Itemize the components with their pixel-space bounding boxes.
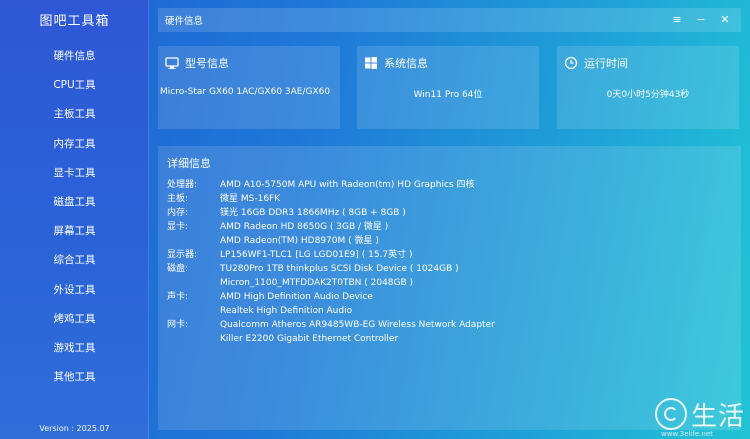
detail-label: 网卡: <box>167 320 189 330</box>
detail-row-disk: 磁盘: TU280Pro 1TB thinkplus SCSI Disk Dev… <box>167 262 727 276</box>
detail-label: 内存: <box>167 208 189 218</box>
detail-value: AMD A10-5750M APU with Radeon(tm) HD Gra… <box>220 180 475 190</box>
detail-value: Micron_1100_MTFDDAK2T0TBN ( 2048GB ) <box>220 278 414 288</box>
menu-button[interactable]: ≡ <box>666 8 688 32</box>
sidebar-item-other-tools[interactable]: 其他工具 <box>0 363 149 392</box>
sidebar-item-gpu-tools[interactable]: 显卡工具 <box>0 159 149 188</box>
version-label: Version : 2025.07 <box>39 424 110 433</box>
detail-row-monitor: 显示器: LP156WF1-TLC1 [LG LGD01E9] ( 15.7英寸… <box>167 248 727 262</box>
detail-row-cpu: 处理器: AMD A10-5750M APU with Radeon(tm) H… <box>167 178 727 192</box>
app-title: 图吧工具箱 <box>39 14 110 29</box>
clock-icon <box>564 55 578 70</box>
sidebar-item-peripheral-tools[interactable]: 外设工具 <box>0 276 149 305</box>
detail-label: 磁盘: <box>167 264 189 274</box>
page-title: 硬件信息 <box>165 16 204 27</box>
detail-value: Killer E2200 Gigabit Ethernet Controller <box>220 334 399 344</box>
details-list: 处理器: AMD A10-5750M APU with Radeon(tm) H… <box>167 178 727 346</box>
details-title: 详细信息 <box>167 157 211 170</box>
watermark-logo: 生活 www.3elife.net <box>655 392 750 439</box>
sidebar-item-cpu-tools[interactable]: CPU工具 <box>0 71 149 100</box>
sidebar-item-general-tools[interactable]: 综合工具 <box>0 246 149 275</box>
sidebar: 图吧工具箱 硬件信息 CPU工具 主板工具 内存工具 显卡工具 磁盘工具 屏幕工… <box>0 0 149 439</box>
model-value: Micro-Star GX60 1AC/GX60 3AE/GX60 <box>160 87 331 97</box>
card-title: 系统信息 <box>384 57 428 70</box>
card-title: 运行时间 <box>584 57 628 70</box>
sidebar-item-game-tools[interactable]: 游戏工具 <box>0 334 149 363</box>
card-title: 型号信息 <box>185 57 229 70</box>
minimize-button[interactable]: − <box>690 8 712 32</box>
detail-row-gpu-2: AMD Radeon(TM) HD8970M ( 微星 ) <box>167 234 727 248</box>
detail-row-gpu: 显卡: AMD Radeon HD 8650G ( 3GB / 微星 ) <box>167 220 727 234</box>
title-bar: 硬件信息 ≡ − ✕ <box>158 8 741 32</box>
detail-value: 微星 MS-16FK <box>220 194 281 204</box>
detail-value: LP156WF1-TLC1 [LG LGD01E9] ( 15.7英寸 ) <box>220 250 413 260</box>
system-value: Win11 Pro 64位 <box>413 90 483 100</box>
detail-value: AMD Radeon(TM) HD8970M ( 微星 ) <box>220 236 379 246</box>
watermark-url: www.3elife.net <box>661 430 713 438</box>
detail-label: 声卡: <box>167 292 189 302</box>
sidebar-item-motherboard-tools[interactable]: 主板工具 <box>0 100 149 129</box>
sidebar-item-disk-tools[interactable]: 磁盘工具 <box>0 188 149 217</box>
system-info-card: 系统信息 Win11 Pro 64位 <box>357 46 539 129</box>
detail-value: 镁光 16GB DDR3 1866MHz ( 8GB + 8GB ) <box>220 208 406 218</box>
detail-value: Realtek High Definition Audio <box>220 306 353 316</box>
watermark-circle-icon <box>655 398 687 430</box>
close-button[interactable]: ✕ <box>714 8 736 32</box>
sidebar-nav: 硬件信息 CPU工具 主板工具 内存工具 显卡工具 磁盘工具 屏幕工具 综合工具… <box>0 42 149 392</box>
detail-row-audio: 声卡: AMD High Definition Audio Device <box>167 290 727 304</box>
detail-value: TU280Pro 1TB thinkplus SCSI Disk Device … <box>220 264 459 274</box>
detail-label: 主板: <box>167 194 189 204</box>
watermark-text: 生活 <box>691 402 746 432</box>
model-info-card: 型号信息 Micro-Star GX60 1AC/GX60 3AE/GX60 <box>158 46 340 129</box>
detail-value: AMD High Definition Audio Device <box>220 292 373 302</box>
detail-row-disk-2: Micron_1100_MTFDDAK2T0TBN ( 2048GB ) <box>167 276 727 290</box>
detail-row-motherboard: 主板: 微星 MS-16FK <box>167 192 727 206</box>
detail-label: 显示器: <box>167 250 198 260</box>
monitor-icon <box>165 55 179 69</box>
detail-value: AMD Radeon HD 8650G ( 3GB / 微星 ) <box>220 222 389 232</box>
detail-label: 显卡: <box>167 222 189 232</box>
detail-value: Qualcomm Atheros AR9485WB-EG Wireless Ne… <box>220 320 495 330</box>
details-panel: 详细信息 处理器: AMD A10-5750M APU with Radeon(… <box>158 146 741 430</box>
uptime-value: 0天0小时5分钟43秒 <box>606 90 690 100</box>
sidebar-item-hardware-info[interactable]: 硬件信息 <box>0 42 149 71</box>
uptime-card: 运行时间 0天0小时5分钟43秒 <box>557 46 739 129</box>
windows-icon <box>364 55 378 69</box>
detail-row-memory: 内存: 镁光 16GB DDR3 1866MHz ( 8GB + 8GB ) <box>167 206 727 220</box>
sidebar-item-stress-tools[interactable]: 烤鸡工具 <box>0 305 149 334</box>
detail-row-network: 网卡: Qualcomm Atheros AR9485WB-EG Wireles… <box>167 318 727 332</box>
sidebar-item-memory-tools[interactable]: 内存工具 <box>0 130 149 159</box>
sidebar-item-screen-tools[interactable]: 屏幕工具 <box>0 217 149 246</box>
detail-row-audio-2: Realtek High Definition Audio <box>167 304 727 318</box>
detail-label: 处理器: <box>167 180 198 190</box>
detail-row-network-2: Killer E2200 Gigabit Ethernet Controller <box>167 332 727 346</box>
